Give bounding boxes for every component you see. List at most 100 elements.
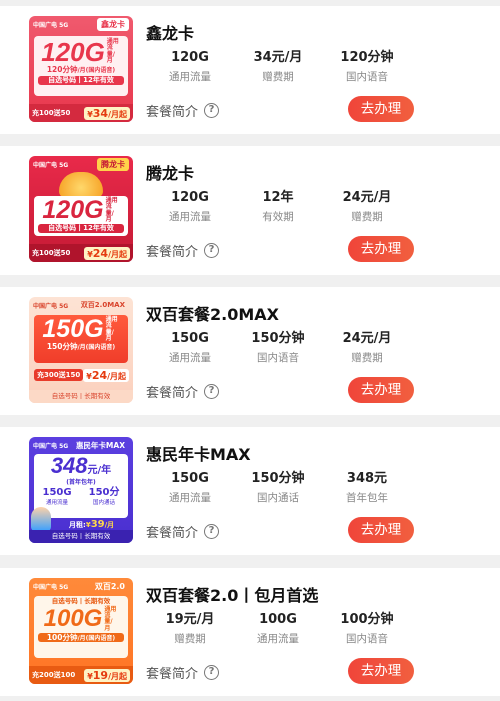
apply-button[interactable]: 去办理 <box>348 517 414 543</box>
poster-price-row: 充300送150 ¥24/月起 <box>34 367 130 383</box>
stat-label: 国内语音 <box>257 352 299 364</box>
stat-item: 100分钟国内语音 <box>317 612 417 646</box>
poster-data-note: 通用流量/月 <box>105 197 118 223</box>
package-poster[interactable]: 中国广电 5G 双百2.0MAX 150G 通用流量/月 150分钟/月(国内语音… <box>29 297 133 403</box>
package-list: 中国广电 5G 鑫龙卡 120G 通用流量/月 120分钟/月(国内语音) 自选号… <box>0 0 500 701</box>
stat-label: 国内语音 <box>346 633 388 645</box>
package-intro-link[interactable]: 套餐简介? <box>146 241 220 260</box>
stat-value: 100分钟 <box>340 612 394 627</box>
price-number: 24 <box>91 368 108 382</box>
package-poster[interactable]: 中国广电 5G 双百2.0 自选号码丨长期有效 100G 通用流量/月 100分钟… <box>29 578 133 684</box>
poster-data-amount: 150G <box>42 315 104 343</box>
poster-footnote: 自选号码丨长期有效 <box>29 530 133 543</box>
poster-monthly: 月租:¥39/月 <box>69 519 114 530</box>
poster-promo: 充100送50 <box>32 249 71 257</box>
poster-promo: 充200送100 <box>32 671 76 679</box>
poster-price: ¥24/月起 <box>83 368 130 382</box>
poster-tag: 双百2.0MAX <box>80 301 125 309</box>
package-card[interactable]: 中国广电 5G 鑫龙卡 120G 通用流量/月 120分钟/月(国内语音) 自选号… <box>0 6 500 134</box>
apply-button[interactable]: 去办理 <box>348 236 414 262</box>
question-circle-icon[interactable]: ? <box>204 243 220 258</box>
poster-panel: 自选号码丨长期有效 100G 通用流量/月 100分钟/月(国内语音) <box>34 596 128 658</box>
stat-value: 100G <box>259 612 297 627</box>
apply-button[interactable]: 去办理 <box>348 658 414 684</box>
poster-tag: 鑫龙卡 <box>97 17 129 31</box>
price-unit: /月起 <box>108 109 127 119</box>
poster-data-note: 通用流量/月 <box>105 316 118 342</box>
question-circle-icon[interactable]: ? <box>204 665 220 680</box>
package-poster[interactable]: 中国广电 5G 鑫龙卡 120G 通用流量/月 120分钟/月(国内语音) 自选号… <box>29 16 133 122</box>
stat-label: 国内语音 <box>346 71 388 83</box>
person-illustration <box>31 507 51 531</box>
package-card[interactable]: 中国广电 5G 双百2.0MAX 150G 通用流量/月 150分钟/月(国内语音… <box>0 287 500 415</box>
poster-voice-note: /月(国内语音) <box>77 634 116 642</box>
package-poster[interactable]: 中国广电 5G 惠民年卡MAX 348元/年 (首年包年) 150G 通用流量 1… <box>29 437 133 543</box>
poster-header: 中国广电 5G 惠民年卡MAX <box>29 437 133 453</box>
poster-voice: 100分钟 <box>46 632 78 642</box>
stat-item: 120G 通用流量 <box>140 50 240 84</box>
dragon-illustration <box>59 172 103 198</box>
brand-logo: 中国广电 5G <box>33 161 69 169</box>
apply-button[interactable]: 去办理 <box>348 377 414 403</box>
stat-label: 国内通话 <box>257 492 299 504</box>
poster-mini-voice: 150分 <box>88 487 120 498</box>
stat-value: 12年 <box>262 190 294 205</box>
stat-item: 24元/月 赠费期 <box>317 190 417 224</box>
question-circle-icon[interactable]: ? <box>204 103 220 118</box>
poster-promo: 充300送150 <box>34 369 84 381</box>
stat-value: 24元/月 <box>342 190 392 205</box>
poster-voice: 150分钟 <box>46 342 78 352</box>
stat-item: 120G 通用流量 <box>140 190 240 224</box>
package-poster[interactable]: 中国广电 5G 腾龙卡 120G 通用流量/月 自选号码丨12年有效 充100送5… <box>29 156 133 262</box>
package-card[interactable]: 中国广电 5G 腾龙卡 120G 通用流量/月 自选号码丨12年有效 充100送5… <box>0 146 500 275</box>
stat-item: 34元/月 赠费期 <box>228 50 328 84</box>
brand-logo: 中国广电 5G <box>33 583 69 591</box>
stat-item: 348元 首年包年 <box>317 471 417 505</box>
price-unit: /月 <box>104 521 115 529</box>
poster-mini-data: 150G <box>42 487 72 498</box>
stat-item: 150分钟国内语音 <box>228 331 328 365</box>
poster-price: ¥34/月起 <box>84 106 130 120</box>
question-circle-icon[interactable]: ? <box>204 384 220 399</box>
price-unit: /月起 <box>108 249 127 259</box>
stat-item: 100G 通用流量 <box>228 612 328 646</box>
package-intro-link[interactable]: 套餐简介? <box>146 101 220 120</box>
stat-label: 赠费期 <box>174 633 206 645</box>
poster-voice-note: /月(国内语音) <box>77 344 116 352</box>
poster-voice: 120分钟 <box>46 65 78 74</box>
poster-price-unit: 元/年 <box>87 465 112 476</box>
poster-panel: 150G 通用流量/月 150分钟/月(国内语音) <box>34 315 128 363</box>
poster-data-amount: 100G <box>43 604 103 632</box>
price-unit: /月起 <box>107 371 127 381</box>
package-card[interactable]: 中国广电 5G 双百2.0 自选号码丨长期有效 100G 通用流量/月 100分钟… <box>0 568 500 696</box>
package-card[interactable]: 中国广电 5G 惠民年卡MAX 348元/年 (首年包年) 150G 通用流量 1… <box>0 427 500 555</box>
poster-footer: 充200送100 ¥19/月起 <box>29 666 133 684</box>
poster-strip: 自选号码丨12年有效 <box>38 224 124 233</box>
stat-label: 有效期 <box>262 211 294 223</box>
stat-item: 150G 通用流量 <box>140 471 240 505</box>
stat-value: 150分钟 <box>251 471 305 486</box>
stat-value: 150分钟 <box>251 331 305 346</box>
package-intro-link[interactable]: 套餐简介? <box>146 382 220 401</box>
stat-label: 通用流量 <box>169 71 211 83</box>
stat-label: 赠费期 <box>351 352 383 364</box>
poster-data-note: 通用流量/月 <box>104 605 117 632</box>
apply-button[interactable]: 去办理 <box>348 96 414 122</box>
stat-value: 150G <box>171 331 209 346</box>
stat-value: 348元 <box>346 471 388 486</box>
poster-data-amount: 120G <box>41 37 105 67</box>
stat-value: 120G <box>171 190 209 205</box>
package-intro-link[interactable]: 套餐简介? <box>146 663 220 682</box>
poster-panel: 120G 通用流量/月 自选号码丨12年有效 <box>34 196 128 236</box>
intro-label: 套餐简介 <box>146 386 199 401</box>
question-circle-icon[interactable]: ? <box>204 524 220 539</box>
poster-price-note: (首年包年) <box>66 479 96 486</box>
brand-logo: 中国广电 5G <box>33 21 69 29</box>
poster-data-amount: 120G <box>42 196 104 224</box>
poster-mini-voice-note: 国内通话 <box>93 500 116 506</box>
price-number: 39 <box>90 519 105 530</box>
stat-value: 120分钟 <box>340 50 394 65</box>
package-intro-link[interactable]: 套餐简介? <box>146 522 220 541</box>
poster-footer: 充100送50 ¥24/月起 <box>29 244 133 262</box>
stat-item: 19元/月 赠费期 <box>140 612 240 646</box>
